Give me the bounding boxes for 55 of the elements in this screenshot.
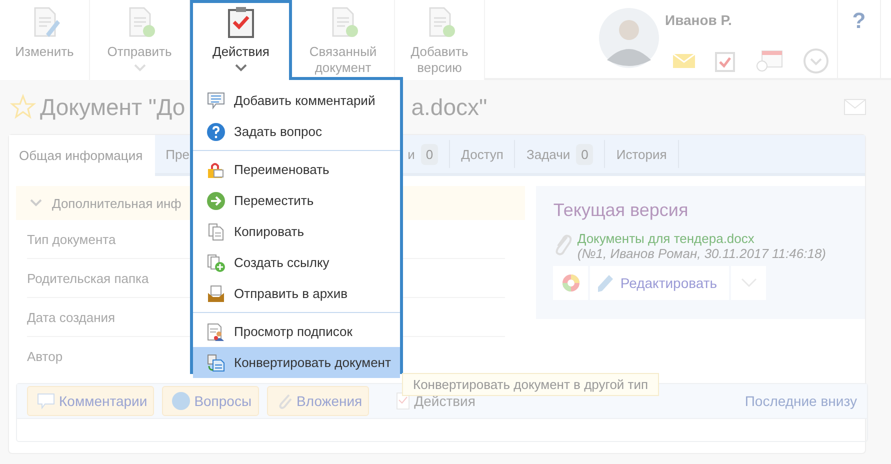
chevron-circle-icon[interactable] [803,48,829,74]
tab[interactable]: Задачи 0 [515,140,606,168]
star-icon[interactable] [10,94,36,120]
convert-icon [207,354,225,372]
discussion-tab[interactable]: Комментарии [27,386,154,416]
user-name: Иванов Р. [665,12,733,28]
document-plus-icon [207,254,225,272]
mail-icon[interactable] [844,99,866,115]
tooltip: Конвертировать документ в другой тип [402,373,660,396]
tab[interactable]: История [605,140,679,168]
menu-item[interactable]: Просмотр подписок [193,316,400,347]
menu-item[interactable]: Отправить в архив [193,278,400,309]
question-icon [207,122,225,140]
color-ring-icon [562,274,580,292]
comment-icon [207,92,225,110]
discussion-tab[interactable]: Вложения [266,386,370,416]
file-link[interactable]: Документы для тендера.docx [577,231,826,246]
chevron-icon [30,199,42,207]
document-icon [396,392,410,410]
panel-title: Текущая версия [553,200,690,221]
document-person-icon [207,322,225,340]
version-meta: (№1, Иванов Роман, 30.11.2017 11:46:18) [577,246,826,261]
help-button[interactable]: ? [838,0,881,78]
toolbar-button[interactable]: Действия [190,0,292,80]
comment-icon [37,393,55,409]
discussion-tab[interactable]: Вопросы [162,386,259,416]
tab[interactable]: Доступ [450,140,516,168]
viewer-button[interactable] [553,266,588,300]
toolbar-button[interactable]: Отправить [90,0,190,80]
archive-icon [207,284,225,302]
edit-button[interactable]: Редактировать [590,266,730,300]
calendar-icon[interactable] [755,50,783,72]
avatar-icon [599,8,659,68]
toolbar-button[interactable]: Изменить [0,0,90,80]
menu-item[interactable]: Конвертировать документ [193,347,400,378]
menu-item[interactable]: Добавить комментарий [193,85,400,116]
sort-order-link[interactable]: Последние внизу [744,393,857,409]
clipboard-check-icon [226,6,256,38]
field-label: Дата создания [27,310,116,325]
document-title: Документ "До [40,94,186,120]
tab[interactable]: Общая информация [9,135,155,176]
task-icon[interactable] [715,50,735,72]
field-label: Родительская папка [27,271,149,286]
arrow-right-icon [207,192,225,210]
menu-item[interactable]: Создать ссылку [193,247,400,278]
question-icon [172,392,190,410]
rename-icon [207,160,225,178]
document-title: а.docx" [411,94,488,120]
copy-icon [207,222,225,240]
paperclip-icon [276,392,293,410]
field-label: Автор [27,349,63,364]
field-label: Тип документа [27,232,116,247]
mail-icon[interactable] [673,54,695,68]
pencil-icon [596,273,614,293]
menu-item[interactable]: Переместить [193,185,400,216]
